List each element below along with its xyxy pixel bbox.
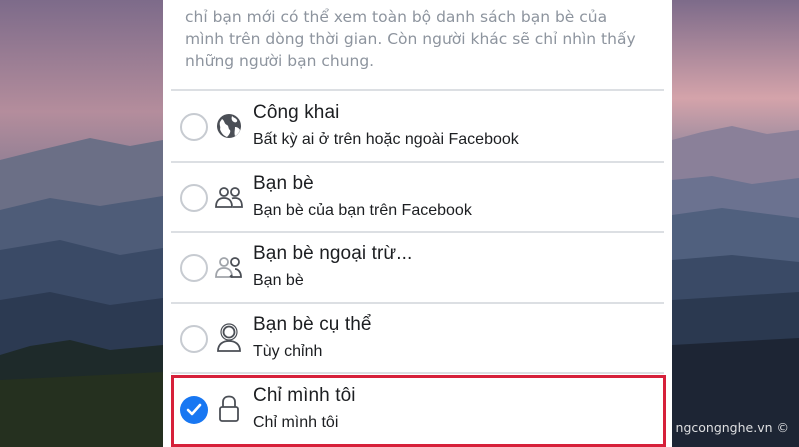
option-title: Bạn bè ngoại trừ... — [253, 243, 413, 264]
radio-button[interactable] — [180, 254, 208, 282]
divider — [171, 89, 664, 91]
option-subtitle: Tùy chỉnh — [253, 343, 323, 360]
lock-icon — [214, 393, 244, 425]
option-public[interactable]: Công khai Bất kỳ ai ở trên hoặc ngoài Fa… — [171, 93, 664, 163]
radio-button[interactable] — [180, 184, 208, 212]
option-title: Chỉ mình tôi — [253, 385, 356, 406]
option-subtitle: Bất kỳ ai ở trên hoặc ngoài Facebook — [253, 131, 519, 148]
globe-icon — [214, 110, 244, 142]
friends-icon — [214, 181, 244, 213]
divider — [171, 231, 664, 233]
privacy-description: chỉ bạn mới có thể xem toàn bộ danh sách… — [185, 8, 636, 70]
checkmark-icon — [186, 403, 202, 416]
divider — [171, 302, 664, 304]
specific-friend-icon — [214, 322, 244, 354]
option-title: Bạn bè cụ thể — [253, 314, 372, 335]
option-subtitle: Chỉ mình tôi — [253, 414, 339, 431]
divider — [171, 372, 664, 374]
option-subtitle: Bạn bè — [253, 272, 304, 289]
background-landscape-right — [672, 0, 799, 447]
radio-button[interactable] — [180, 113, 208, 141]
option-friends[interactable]: Bạn bè Bạn bè của bạn trên Facebook — [171, 164, 664, 234]
option-only-me[interactable]: Chỉ mình tôi Chỉ mình tôi — [171, 375, 666, 447]
watermark: ngcongnghe.vn © — [675, 420, 789, 435]
option-specific-friends[interactable]: Bạn bè cụ thể Tùy chỉnh — [171, 305, 664, 375]
option-title: Bạn bè — [253, 173, 314, 194]
background-landscape-left — [0, 0, 163, 447]
radio-button-checked[interactable] — [180, 396, 208, 424]
privacy-audience-panel: chỉ bạn mới có thể xem toàn bộ danh sách… — [163, 0, 672, 447]
radio-button[interactable] — [180, 325, 208, 353]
divider — [171, 161, 664, 163]
friends-except-icon — [214, 251, 244, 283]
option-subtitle: Bạn bè của bạn trên Facebook — [253, 202, 472, 219]
option-title: Công khai — [253, 102, 340, 123]
option-friends-except[interactable]: Bạn bè ngoại trừ... Bạn bè — [171, 234, 664, 304]
